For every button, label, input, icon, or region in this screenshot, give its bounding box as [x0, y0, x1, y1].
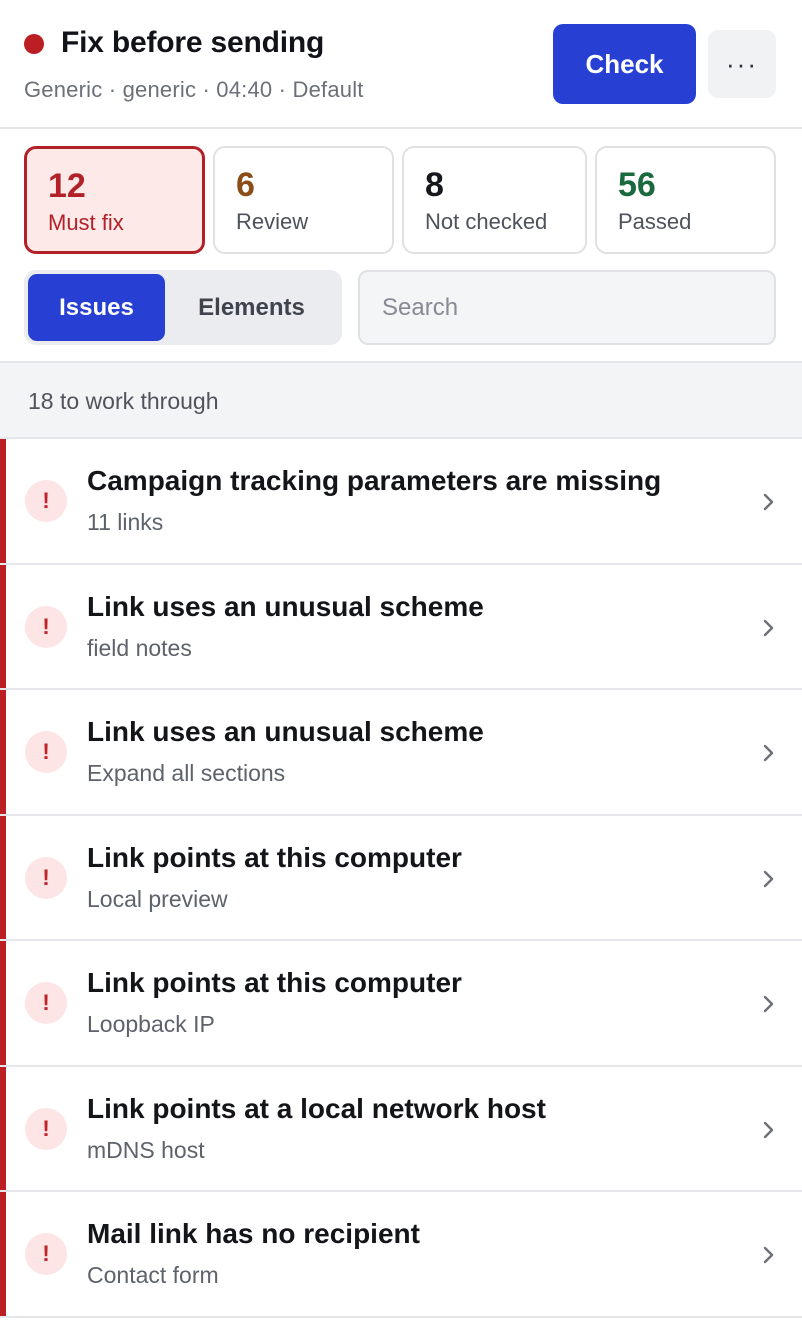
- issue-title: Link points at this computer: [87, 967, 462, 998]
- issue-subtitle: Local preview: [87, 885, 228, 912]
- alert-icon: !: [25, 982, 67, 1024]
- review-count: 6: [236, 166, 255, 204]
- page-title: Fix before sending: [61, 26, 325, 59]
- alert-icon: !: [25, 1107, 67, 1150]
- issue-title: Link uses an unusual scheme: [87, 716, 484, 747]
- must-fix-count: 12: [48, 167, 86, 205]
- issues-count-text: 18 to work through: [28, 388, 219, 414]
- summary-tile-not-checked[interactable]: 8 Not checked: [402, 146, 587, 254]
- issue-row[interactable]: ! Mail link has no recipient Contact for…: [0, 1192, 802, 1318]
- chevron-right-icon: [763, 870, 774, 887]
- issue-title: Link points at a local network host: [87, 1092, 546, 1124]
- status-dot-icon: [24, 34, 44, 54]
- summary-tile-must-fix[interactable]: 12 Must fix: [24, 146, 205, 254]
- issue-title: Campaign tracking parameters are missing: [87, 465, 662, 496]
- alert-icon: !: [25, 1233, 67, 1275]
- chevron-right-icon: [763, 995, 774, 1013]
- alert-icon: !: [25, 480, 67, 522]
- severity-bar: [0, 1192, 6, 1316]
- check-button[interactable]: Check: [553, 24, 696, 104]
- chevron-right-icon: [763, 1121, 774, 1138]
- template-meta: Generic · generic · 04:40 · Default: [24, 77, 364, 102]
- issue-row[interactable]: ! Link points at this computer Loopback …: [0, 941, 802, 1067]
- passed-label: Passed: [618, 209, 692, 234]
- issue-title: Link uses an unusual scheme: [87, 590, 484, 622]
- issue-subtitle: field notes: [87, 634, 192, 661]
- severity-bar: [0, 941, 6, 1065]
- issue-subtitle: 11 links: [87, 509, 164, 535]
- alert-icon: !: [25, 605, 67, 648]
- tab-issues[interactable]: Issues: [28, 274, 165, 341]
- summary-tile-passed[interactable]: 56 Passed: [595, 146, 776, 254]
- must-fix-label: Must fix: [48, 210, 124, 235]
- alert-icon: !: [25, 856, 67, 899]
- severity-bar: [0, 815, 6, 939]
- tab-elements[interactable]: Elements: [165, 274, 338, 341]
- header-bar: Fix before sending Generic · generic · 0…: [0, 0, 802, 129]
- review-label: Review: [236, 209, 309, 234]
- severity-bar: [0, 564, 6, 688]
- issue-title: Link points at this computer: [87, 841, 462, 873]
- issue-subtitle: mDNS host: [87, 1136, 205, 1163]
- issue-row[interactable]: ! Link points at this computer Local pre…: [0, 815, 802, 941]
- issue-subtitle: Loopback IP: [87, 1011, 215, 1037]
- issue-row[interactable]: ! Campaign tracking parameters are missi…: [0, 439, 802, 565]
- issue-row[interactable]: ! Link uses an unusual scheme Expand all…: [0, 690, 802, 816]
- not-checked-label: Not checked: [425, 209, 548, 234]
- passed-count: 56: [618, 166, 656, 204]
- issue-title: Mail link has no recipient: [87, 1218, 420, 1249]
- search-input[interactable]: [358, 270, 776, 345]
- issue-subtitle: Expand all sections: [87, 760, 286, 786]
- chevron-right-icon: [763, 1246, 774, 1264]
- more-options-button[interactable]: ···: [708, 30, 776, 98]
- list-header: 18 to work through: [0, 361, 802, 439]
- chevron-right-icon: [763, 744, 774, 762]
- chevron-right-icon: [763, 619, 774, 636]
- issue-row[interactable]: ! Link points at a local network host mD…: [0, 1066, 802, 1192]
- severity-bar: [0, 439, 6, 563]
- issue-row[interactable]: ! Link uses an unusual scheme field note…: [0, 564, 802, 690]
- severity-bar: [0, 690, 6, 814]
- issue-subtitle: Contact form: [87, 1262, 219, 1288]
- severity-bar: [0, 1066, 6, 1190]
- view-toggle: Issues Elements: [24, 270, 342, 345]
- issue-list: ! Campaign tracking parameters are missi…: [0, 439, 802, 1318]
- alert-icon: !: [25, 731, 67, 773]
- summary-tile-review[interactable]: 6 Review: [213, 146, 394, 254]
- not-checked-count: 8: [425, 166, 444, 204]
- chevron-right-icon: [763, 493, 774, 511]
